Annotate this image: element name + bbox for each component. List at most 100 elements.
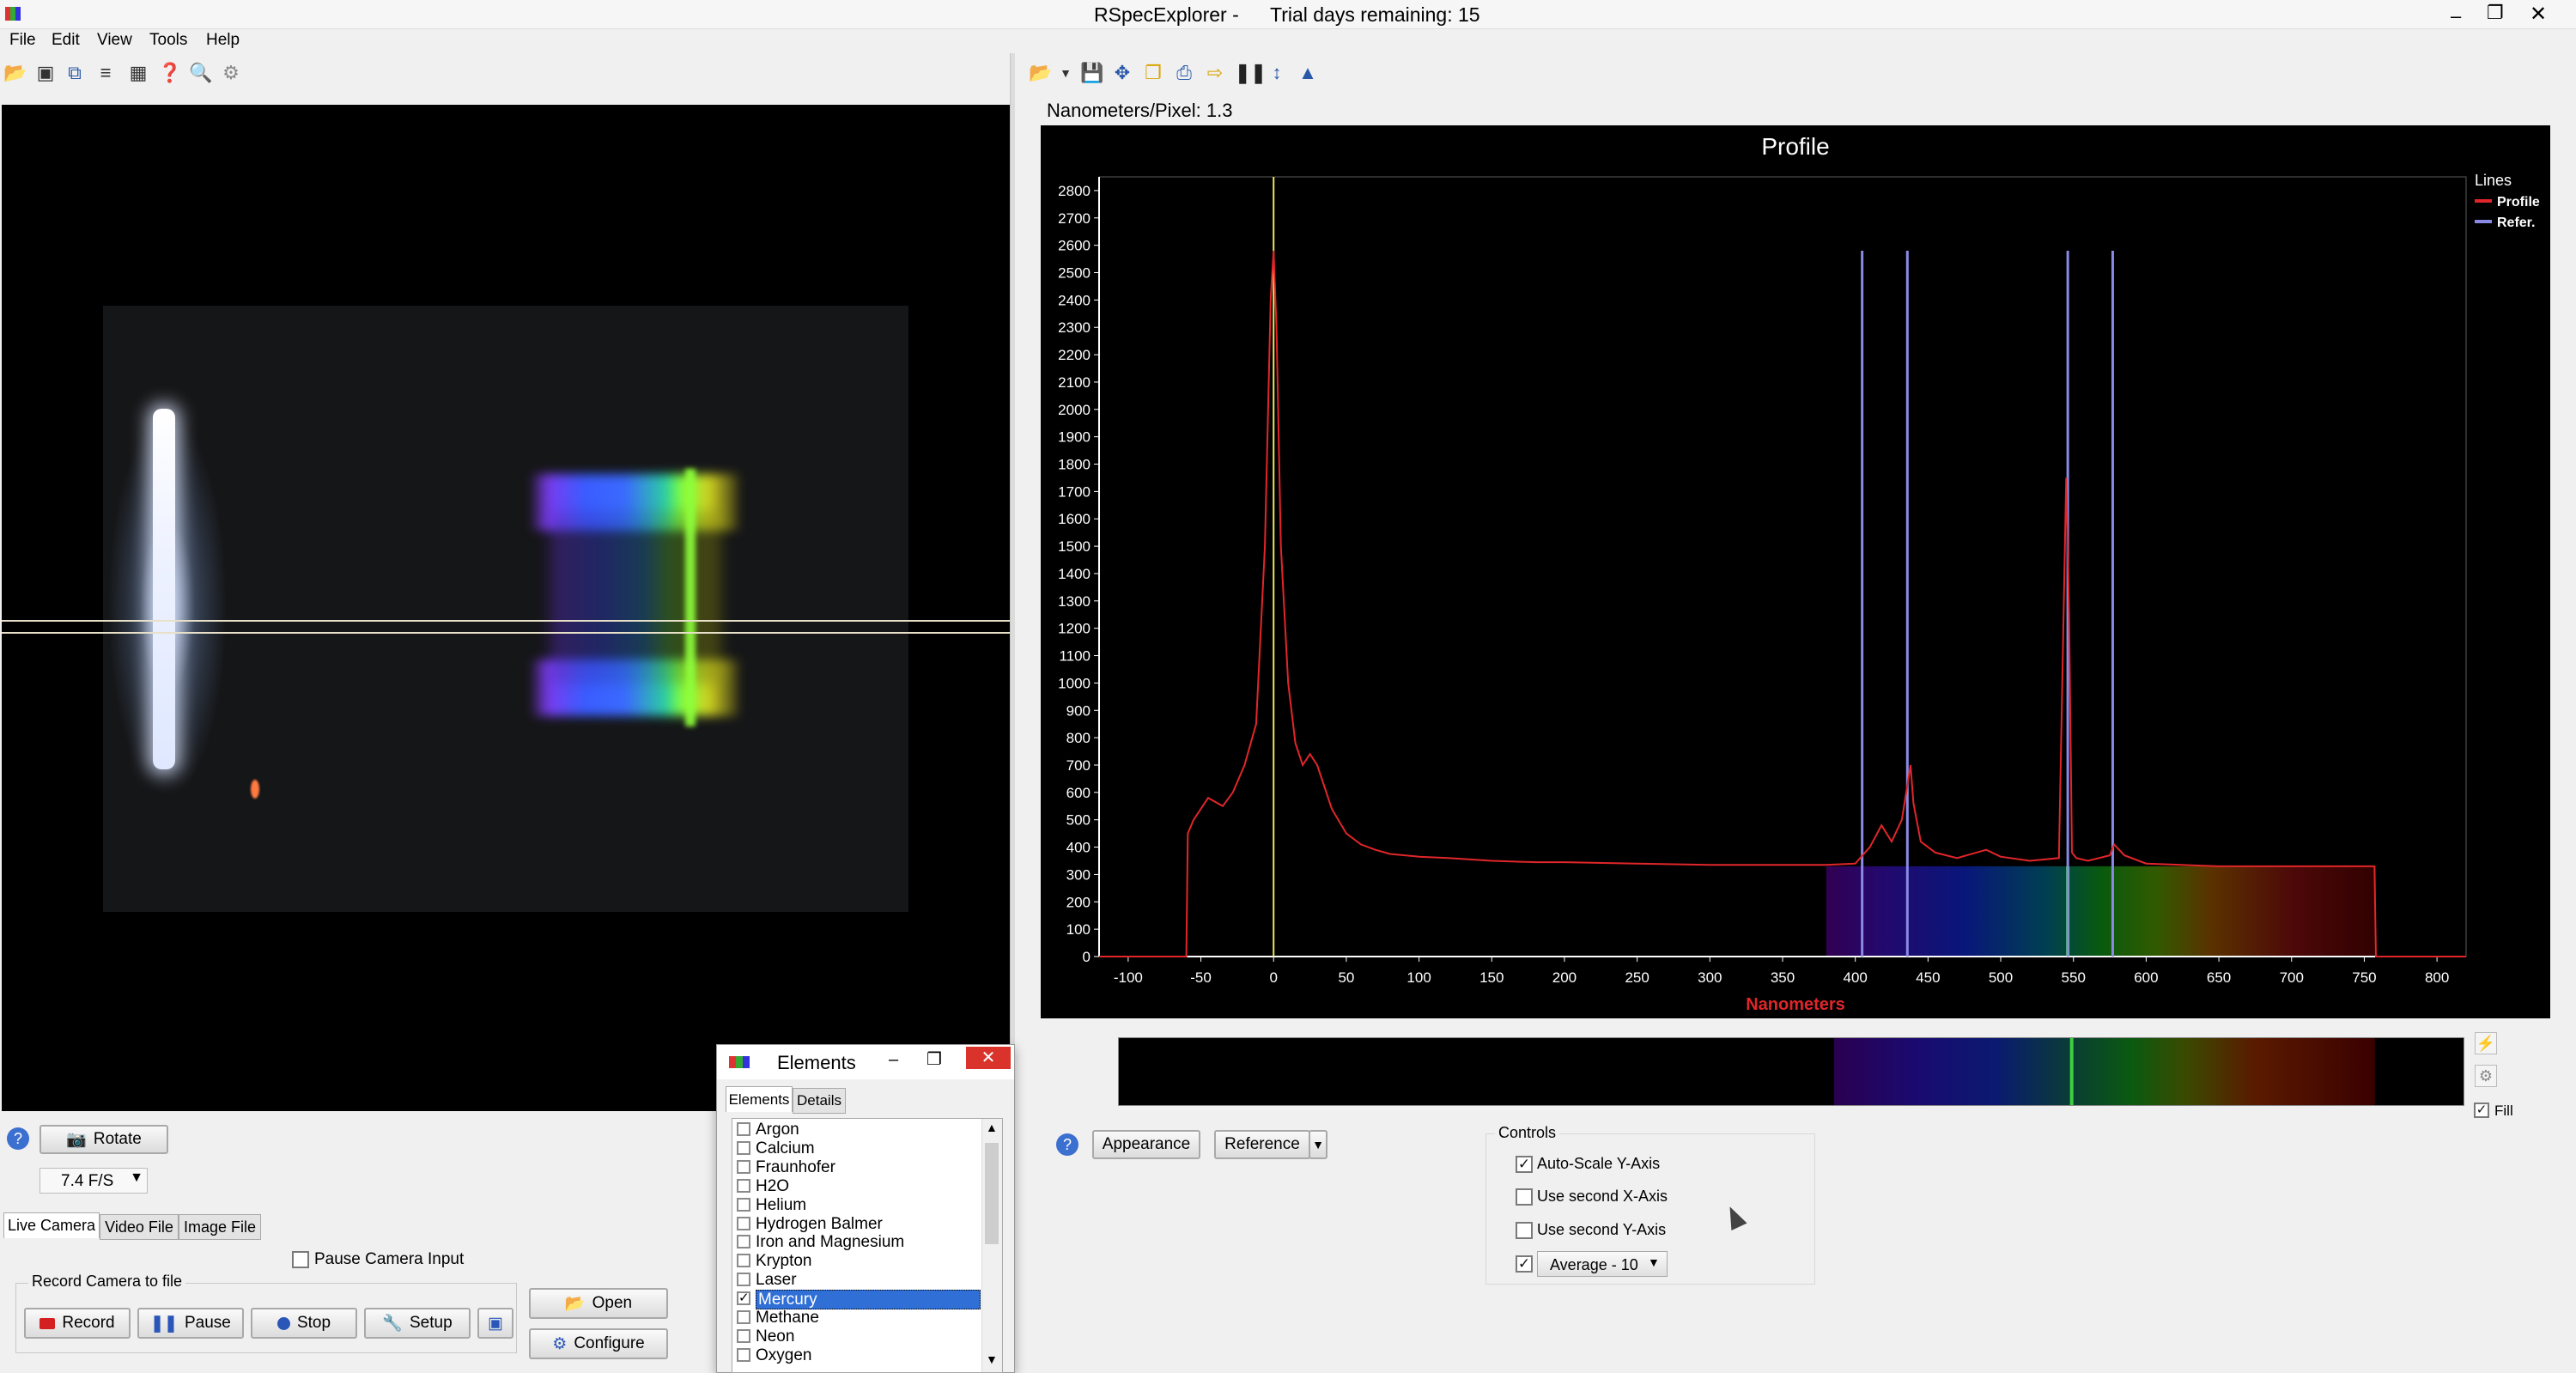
- menu-edit[interactable]: Edit: [52, 31, 80, 50]
- camera-help-icon[interactable]: ?: [7, 1127, 29, 1150]
- elements-minimize-icon[interactable]: –: [889, 1050, 898, 1070]
- profile-chart[interactable]: Profile Nanometers 0 100 200 300 400 500 600 70…: [1041, 125, 2550, 1018]
- element-checkbox[interactable]: [737, 1254, 750, 1268]
- list-item[interactable]: Laser: [737, 1271, 979, 1289]
- elements-close-icon[interactable]: ✕: [966, 1047, 1011, 1069]
- element-checkbox[interactable]: [737, 1197, 750, 1212]
- open-button[interactable]: 📂 Open: [529, 1288, 668, 1319]
- mountain-icon[interactable]: ▲: [1297, 62, 1319, 84]
- setup-button[interactable]: 🔧 Setup: [364, 1308, 471, 1339]
- average-dropdown-icon[interactable]: ▼: [1648, 1255, 1660, 1269]
- list-item[interactable]: Methane: [737, 1309, 979, 1327]
- list-item[interactable]: Krypton: [737, 1252, 979, 1270]
- element-checkbox[interactable]: [737, 1122, 750, 1136]
- profile-help-icon[interactable]: ?: [1056, 1133, 1078, 1156]
- element-checkbox[interactable]: [737, 1216, 750, 1230]
- lines-icon[interactable]: ≡: [94, 62, 117, 84]
- save-icon[interactable]: 💾: [1080, 62, 1103, 84]
- pause-camera-checkbox[interactable]: [292, 1251, 309, 1268]
- elements-titlebar[interactable]: Elements – ❐ ✕: [717, 1045, 1014, 1079]
- list-item[interactable]: Oxygen: [737, 1346, 979, 1364]
- second-y-checkbox[interactable]: [1516, 1222, 1533, 1239]
- element-label: Fraunhofer: [756, 1157, 835, 1176]
- element-checkbox[interactable]: [737, 1178, 750, 1193]
- bolt-icon[interactable]: ⚡: [2475, 1032, 2497, 1054]
- copy-icon[interactable]: ❐: [1142, 62, 1164, 84]
- scroll-down-icon[interactable]: ▼: [986, 1352, 998, 1366]
- scroll-up-icon[interactable]: ▲: [986, 1121, 998, 1134]
- elements-restore-icon[interactable]: ❐: [927, 1048, 942, 1070]
- element-checkbox[interactable]: ✓: [737, 1291, 750, 1306]
- list-item[interactable]: Iron and Magnesium: [737, 1233, 979, 1251]
- element-checkbox[interactable]: [737, 1273, 750, 1287]
- y-tick-label: 2700: [1058, 210, 1091, 227]
- tab-image-file[interactable]: Image File: [179, 1214, 261, 1240]
- help-icon[interactable]: ❓: [158, 62, 181, 84]
- elements-scrollbar[interactable]: ▲ ▼: [981, 1119, 1002, 1372]
- element-checkbox[interactable]: [737, 1140, 750, 1155]
- average-checkbox[interactable]: ✓: [1516, 1255, 1533, 1273]
- stop-button[interactable]: Stop: [251, 1308, 357, 1339]
- move-icon[interactable]: ✥: [1111, 62, 1133, 84]
- list-item[interactable]: H2O: [737, 1177, 979, 1195]
- list-item[interactable]: Argon: [737, 1121, 979, 1139]
- strip-settings-icon[interactable]: ⚙: [2475, 1065, 2497, 1087]
- pause-button[interactable]: ❚❚ Pause: [137, 1308, 244, 1339]
- appearance-button[interactable]: Appearance: [1092, 1130, 1200, 1159]
- tab-elements[interactable]: Elements: [726, 1086, 793, 1112]
- reference-button[interactable]: Reference: [1214, 1130, 1310, 1159]
- snapshot-button[interactable]: ▣: [477, 1308, 513, 1339]
- menu-file[interactable]: File: [9, 31, 36, 50]
- search-icon[interactable]: 🔍: [189, 62, 212, 84]
- autoscale-checkbox[interactable]: ✓: [1516, 1156, 1533, 1173]
- reference-dropdown-icon[interactable]: ▼: [1309, 1130, 1327, 1159]
- list-item[interactable]: Fraunhofer: [737, 1158, 979, 1176]
- open-dropdown-icon[interactable]: ▼: [1054, 62, 1077, 84]
- rotate-button[interactable]: 📷 Rotate: [39, 1125, 168, 1154]
- open-folder-icon[interactable]: 📂: [3, 62, 27, 84]
- print-icon[interactable]: ⎙: [1173, 62, 1195, 84]
- list-item[interactable]: Hydrogen Balmer: [737, 1215, 979, 1233]
- open-file-icon[interactable]: 📂: [1029, 62, 1052, 84]
- element-label: Helium: [756, 1195, 807, 1214]
- close-icon[interactable]: ✕: [2530, 2, 2547, 27]
- camera-view[interactable]: [2, 105, 1010, 1111]
- menu-help[interactable]: Help: [206, 31, 240, 50]
- menu-tools[interactable]: Tools: [149, 31, 187, 50]
- restore-icon[interactable]: ❐: [2487, 2, 2504, 24]
- gear-icon[interactable]: ⚙: [220, 62, 242, 84]
- scroll-thumb[interactable]: [985, 1143, 999, 1244]
- element-checkbox[interactable]: [737, 1235, 750, 1249]
- list-item[interactable]: Calcium: [737, 1139, 979, 1157]
- tab-video-file[interactable]: Video File: [100, 1214, 179, 1240]
- plot-frame: [1098, 176, 2467, 957]
- list-item[interactable]: Neon: [737, 1327, 979, 1346]
- light-source: [153, 409, 175, 769]
- list-item[interactable]: Helium: [737, 1196, 979, 1214]
- minimize-icon[interactable]: –: [2451, 5, 2461, 27]
- camera-icon[interactable]: ▣: [34, 62, 57, 84]
- second-x-checkbox[interactable]: [1516, 1188, 1533, 1206]
- x-tick-label: 750: [2352, 969, 2376, 986]
- y-tick-label: 1500: [1058, 538, 1091, 555]
- fill-checkbox[interactable]: ✓: [2474, 1103, 2489, 1118]
- average-select[interactable]: Average - 10 ▼: [1537, 1251, 1668, 1277]
- export-icon[interactable]: ⇨: [1204, 62, 1226, 84]
- tab-live-camera[interactable]: Live Camera: [3, 1212, 100, 1238]
- tab-details[interactable]: Details: [793, 1088, 846, 1114]
- average-value: Average - 10: [1550, 1256, 1638, 1273]
- vertical-resize-icon[interactable]: ↕: [1266, 62, 1288, 84]
- configure-button[interactable]: ⚙ Configure: [529, 1328, 668, 1359]
- element-checkbox[interactable]: [737, 1310, 750, 1324]
- list-item[interactable]: ✓ Mercury: [737, 1290, 981, 1310]
- grid-icon[interactable]: ▦: [127, 62, 149, 84]
- element-checkbox[interactable]: [737, 1347, 750, 1362]
- fps-select[interactable]: 7.4 F/S ▼: [39, 1168, 148, 1194]
- fps-dropdown-icon[interactable]: ▼: [128, 1170, 145, 1191]
- element-checkbox[interactable]: [737, 1159, 750, 1174]
- layers-icon[interactable]: ⧉: [64, 62, 86, 84]
- record-button[interactable]: Record: [24, 1308, 131, 1339]
- menu-view[interactable]: View: [97, 31, 132, 50]
- element-checkbox[interactable]: [737, 1328, 750, 1343]
- columns-icon[interactable]: ❚❚: [1235, 62, 1267, 84]
